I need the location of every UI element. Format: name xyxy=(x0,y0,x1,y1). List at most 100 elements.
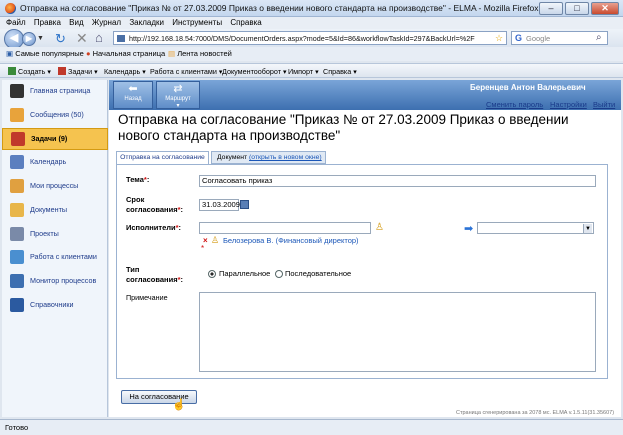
calendar-picker-icon[interactable] xyxy=(240,200,249,209)
tab-document[interactable]: Документ (открыть в новом окне) xyxy=(211,151,326,164)
radio-sequential[interactable] xyxy=(275,270,283,278)
radio-parallel-label: Параллельное xyxy=(219,269,271,278)
search-placeholder: Google xyxy=(526,34,551,43)
logout-link[interactable]: Выйти xyxy=(593,100,615,109)
page-title: Отправка на согласование "Приказ № от 27… xyxy=(118,112,569,143)
search-box[interactable]: G Google ⌕ xyxy=(511,31,608,45)
address-bar[interactable]: http://192.168.18.54:7000/DMS/DocumentOr… xyxy=(113,31,507,45)
calendar-icon xyxy=(10,155,24,169)
menu-bar: Файл Правка Вид Журнал Закладки Инструме… xyxy=(0,17,623,29)
firefox-icon xyxy=(5,3,16,14)
menu-create[interactable]: Создать ▾ xyxy=(8,67,51,76)
topic-label: Тема*: xyxy=(126,175,150,184)
render-time-note: Страница сгенерирована за 2078 мс. ELMA … xyxy=(456,410,615,416)
search-icon[interactable]: ⌕ xyxy=(596,32,602,43)
menu-view[interactable]: Вид xyxy=(69,17,83,29)
menu-file[interactable]: Файл xyxy=(6,17,26,29)
home-icon xyxy=(10,84,24,98)
note-label: Примечание xyxy=(126,293,168,302)
reload-icon[interactable]: ↻ xyxy=(55,31,66,47)
documents-icon xyxy=(10,203,24,217)
sidebar-item-projects[interactable]: Проекты xyxy=(2,224,108,246)
bookmarks-toolbar: ▣ Самые популярные ● Начальная страница … xyxy=(0,47,623,61)
note-textarea[interactable] xyxy=(199,292,596,372)
change-password-link[interactable]: Сменить пароль xyxy=(486,100,543,109)
approval-type-label: Тип согласования*: xyxy=(126,265,183,284)
mouse-cursor-icon: ☝ xyxy=(172,399,186,411)
projects-icon xyxy=(10,227,24,241)
sidebar-item-tasks[interactable]: Задачи (9) xyxy=(2,128,108,150)
open-new-window-link[interactable]: (открыть в новом окне) xyxy=(249,154,322,161)
menu-edit[interactable]: Правка xyxy=(34,17,61,29)
reference-icon xyxy=(10,298,24,312)
bookmark-start-page[interactable]: ● Начальная страница xyxy=(86,49,165,58)
monitor-icon xyxy=(10,274,24,288)
sidebar-item-messages[interactable]: Сообщения (50) xyxy=(2,105,108,127)
back-button[interactable]: ⬅ Назад xyxy=(113,81,153,109)
arrow-right-icon[interactable]: ➡ xyxy=(464,222,473,235)
required-mark: * xyxy=(201,244,205,253)
clients-icon xyxy=(10,250,24,264)
menu-help-elma[interactable]: Справка ▾ xyxy=(323,67,357,76)
status-bar: Готово xyxy=(0,419,623,435)
executor-link[interactable]: Белозерова В. (Финансовый директор) xyxy=(223,236,359,245)
menu-bookmarks[interactable]: Закладки xyxy=(129,17,164,29)
google-icon[interactable]: G xyxy=(515,33,522,43)
sidebar: Главная страница Сообщения (50) Задачи (… xyxy=(2,80,108,417)
route-icon: ⇄ xyxy=(173,83,183,95)
sidebar-item-documents[interactable]: Документы xyxy=(2,200,108,222)
status-text: Готово xyxy=(5,423,29,432)
messages-icon xyxy=(10,108,24,122)
maximize-button[interactable]: □ xyxy=(565,2,589,15)
deadline-date-input[interactable]: 31.03.2009 xyxy=(199,199,240,211)
sidebar-item-calendar[interactable]: Календарь xyxy=(2,152,108,174)
settings-link[interactable]: Настройки xyxy=(550,100,587,109)
radio-sequential-label: Последовательное xyxy=(285,269,352,278)
site-favicon-icon xyxy=(117,35,125,42)
radio-parallel[interactable] xyxy=(208,270,216,278)
window-titlebar: Отправка на согласование "Приказ № от 27… xyxy=(0,0,623,17)
stop-icon[interactable]: ✕ xyxy=(76,30,88,47)
processes-icon xyxy=(10,179,24,193)
bookmark-most-visited[interactable]: ▣ Самые популярные xyxy=(6,49,84,58)
sidebar-item-clients[interactable]: Работа с клиентами xyxy=(2,247,108,269)
back-arrow-icon: ⬅ xyxy=(128,83,138,95)
url-text: http://192.168.18.54:7000/DMS/DocumentOr… xyxy=(129,34,475,43)
approval-form: Тема*: Согласовать приказ Срок согласован… xyxy=(116,164,608,379)
deadline-label: Срок согласования*: xyxy=(126,195,183,214)
executor-select[interactable]: ▼ xyxy=(477,222,594,234)
route-button[interactable]: ⇄ Маршрут ▾ xyxy=(156,81,200,109)
close-button[interactable]: ✕ xyxy=(591,2,619,15)
tasks-icon xyxy=(11,132,25,146)
bookmark-star-icon[interactable]: ☆ xyxy=(495,33,503,44)
tasks-icon xyxy=(58,67,66,75)
executors-input[interactable] xyxy=(199,222,371,234)
minimize-button[interactable]: – xyxy=(539,2,563,15)
forward-arrow-icon[interactable]: ▶ xyxy=(22,32,36,46)
plus-icon xyxy=(8,67,16,75)
tab-send-approval[interactable]: Отправка на согласование xyxy=(116,151,209,164)
history-dropdown-icon[interactable]: ▼ xyxy=(37,35,44,42)
user-picker-icon[interactable]: ♙ xyxy=(375,222,384,233)
bookmark-news-feed[interactable]: ▤ Лента новостей xyxy=(168,49,232,58)
sidebar-item-reference[interactable]: Справочники xyxy=(2,295,108,317)
menu-tasks[interactable]: Задачи ▾ xyxy=(58,67,98,76)
executors-label: Исполнители*: xyxy=(126,223,182,232)
chevron-down-icon: ▼ xyxy=(583,224,592,233)
sidebar-item-monitor[interactable]: Монитор процессов xyxy=(2,271,108,293)
home-icon[interactable]: ⌂ xyxy=(95,30,103,45)
sidebar-item-processes[interactable]: Мои процессы xyxy=(2,176,108,198)
menu-import[interactable]: Импорт ▾ xyxy=(288,67,319,76)
topic-input[interactable]: Согласовать приказ xyxy=(199,175,596,187)
back-arrow-icon[interactable]: ◀ xyxy=(4,29,24,49)
menu-clients[interactable]: Работа с клиентами ▾ xyxy=(150,67,222,76)
sidebar-item-home[interactable]: Главная страница xyxy=(2,81,108,103)
menu-history[interactable]: Журнал xyxy=(92,17,121,29)
menu-docflow[interactable]: Документооборот ▾ xyxy=(222,67,287,76)
menu-help[interactable]: Справка xyxy=(230,17,261,29)
elma-toolbar: Создать ▾ Задачи ▾ Календарь ▾ Работа с … xyxy=(0,63,623,78)
window-title: Отправка на согласование "Приказ № от 27… xyxy=(20,3,539,13)
user-name: Беренцев Антон Валерьевич xyxy=(470,83,586,92)
menu-tools[interactable]: Инструменты xyxy=(172,17,222,29)
menu-calendar[interactable]: Календарь ▾ xyxy=(104,67,146,76)
